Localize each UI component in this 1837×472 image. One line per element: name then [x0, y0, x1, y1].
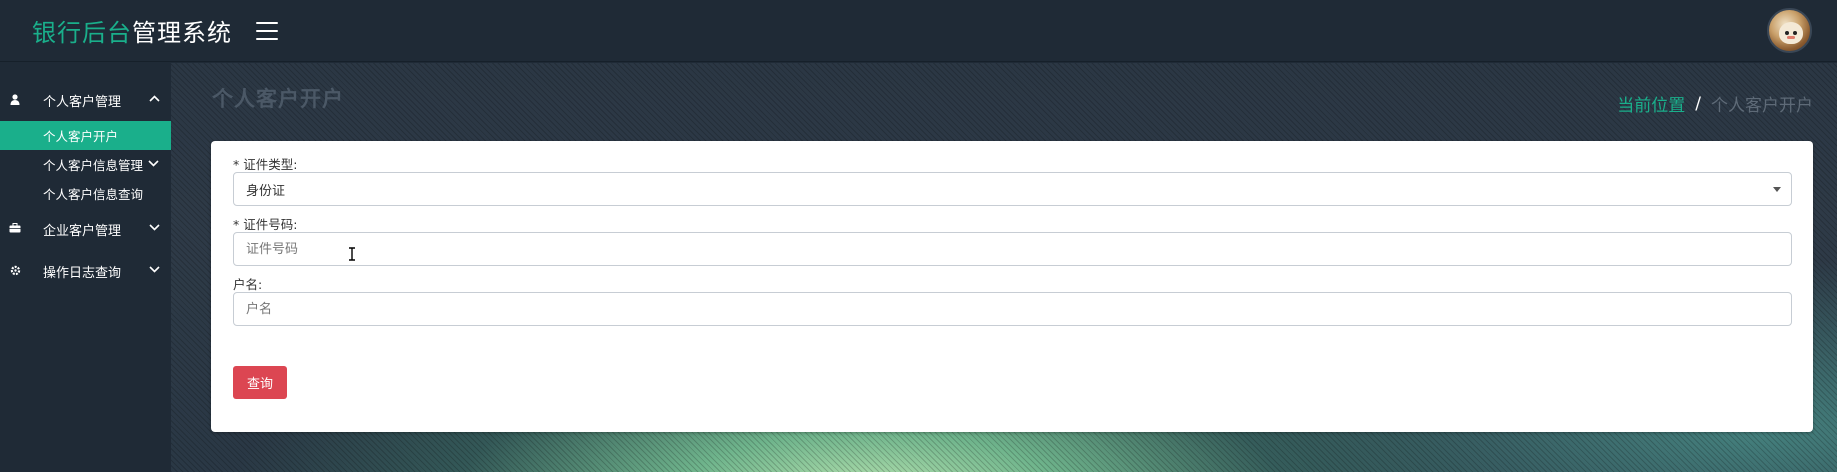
account-name-label: 户名:: [233, 277, 263, 292]
sidebar-group-personal: 个人客户管理 个人客户开户 个人客户信息管理 个人客户信息查询: [0, 79, 171, 208]
chevron-down-icon: [149, 224, 160, 234]
hamburger-menu-icon[interactable]: [256, 21, 278, 40]
page-title: 个人客户开户: [212, 87, 344, 111]
query-button[interactable]: 查询: [233, 366, 287, 399]
sidebar-subitem-label: 个人客户信息查询: [43, 187, 144, 202]
sidebar-subitem-info-manage[interactable]: 个人客户信息管理: [0, 150, 171, 179]
sidebar-item-personal-customer[interactable]: 个人客户管理: [0, 79, 171, 121]
briefcase-icon: [9, 223, 21, 235]
chevron-down-icon: [148, 160, 159, 167]
id-type-label: * 证件类型:: [233, 157, 298, 172]
breadcrumb-current-page: 个人客户开户: [1711, 96, 1813, 116]
chevron-up-icon: [149, 95, 160, 105]
main-content: 个人客户开户 当前位置 / 个人客户开户 * 证件类型: 身份证 * 证件号码:…: [171, 63, 1837, 472]
gear-icon: [9, 265, 21, 277]
sidebar-item-enterprise-customer[interactable]: 企业客户管理: [0, 208, 171, 250]
breadcrumb-link-current-location[interactable]: 当前位置: [1617, 91, 1685, 116]
sidebar-item-label: 操作日志查询: [43, 265, 122, 281]
user-avatar[interactable]: [1767, 8, 1812, 53]
text-cursor-icon: [348, 246, 356, 261]
sidebar-item-label: 企业客户管理: [43, 223, 122, 239]
top-navbar: 银行后台管理系统: [0, 0, 1837, 62]
sidebar-item-label: 个人客户管理: [43, 94, 122, 110]
query-form-card: * 证件类型: 身份证 * 证件号码: 户名: 查询: [211, 141, 1813, 432]
breadcrumb-separator: /: [1695, 93, 1701, 114]
breadcrumb: 当前位置 / 个人客户开户: [1617, 91, 1813, 117]
app-brand[interactable]: 银行后台管理系统: [32, 13, 232, 48]
id-number-label: * 证件号码:: [233, 217, 298, 232]
avatar-face: [1779, 22, 1803, 44]
sidebar-group-logs: 操作日志查询: [0, 250, 171, 292]
caret-down-icon: [1773, 187, 1781, 192]
id-type-selected-value: 身份证: [246, 183, 286, 199]
brand-rest-text: 管理系统: [132, 19, 232, 47]
id-type-select[interactable]: 身份证: [233, 172, 1792, 206]
sidebar-subitem-info-query[interactable]: 个人客户信息查询: [0, 179, 171, 208]
chevron-down-icon: [149, 266, 160, 276]
sidebar: 个人客户管理 个人客户开户 个人客户信息管理 个人客户信息查询 企业客户管理 操…: [0, 63, 171, 472]
user-icon: [9, 94, 21, 106]
sidebar-item-operation-logs[interactable]: 操作日志查询: [0, 250, 171, 292]
brand-accent-text: 银行后台: [32, 19, 132, 47]
sidebar-subitem-label: 个人客户信息管理: [43, 158, 144, 173]
sidebar-group-enterprise: 企业客户管理: [0, 208, 171, 250]
id-number-input[interactable]: [233, 232, 1792, 266]
sidebar-subitem-open-account[interactable]: 个人客户开户: [0, 121, 171, 150]
account-name-input[interactable]: [233, 292, 1792, 326]
sidebar-subitem-label: 个人客户开户: [43, 129, 119, 144]
